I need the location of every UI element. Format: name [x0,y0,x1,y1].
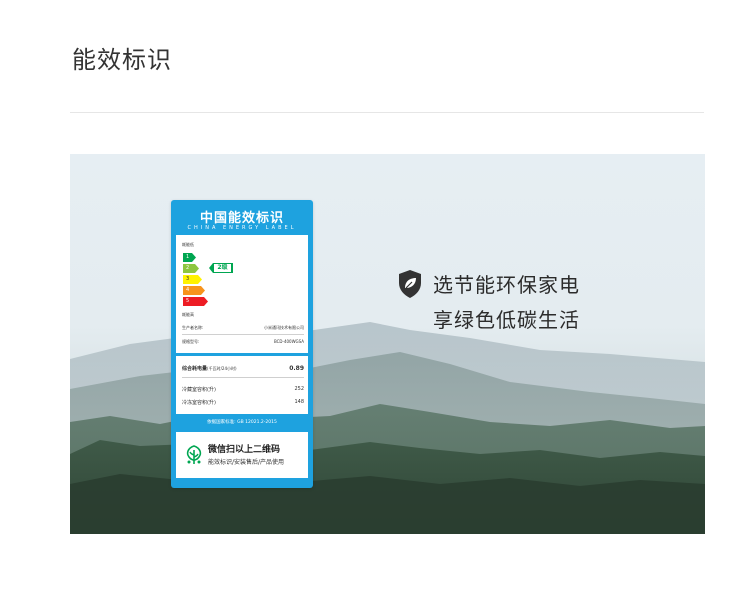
label-subtitle: CHINA ENERGY LABEL [187,225,297,231]
spec-panel: 综合耗电量(千瓦时/24小时) 0.89 冷藏室容积(升) 252 冷冻室容积(… [176,356,308,414]
qr-main-text: 微信扫以上二维码 [208,445,281,455]
energy-banner: 中国能效标识 CHINA ENERGY LABEL 耗能低 1 2 3 4 5 … [70,154,705,534]
slogan-line-2: 享绿色低碳生活 [433,308,580,332]
energy-label-card: 中国能效标识 CHINA ENERGY LABEL 耗能低 1 2 3 4 5 … [171,200,313,488]
standard-text: 依据国家标准: GB 12021.2-2015 [207,420,277,425]
grade-bar-5: 5 [183,297,208,306]
current-grade: 2级 [214,264,231,272]
consumption-label: 综合耗电量 [182,366,208,372]
mountain-landscape [70,322,705,534]
manufacturer-row: 生产者名称: 小米通讯技术有限公司 [182,325,304,331]
leaf-logo-icon [186,445,202,464]
slogan-line-1: 选节能环保家电 [433,273,580,297]
consumption-row: 综合耗电量(千瓦时/24小时) 0.89 [182,365,304,372]
grade-bar-3: 3 [183,275,202,284]
grade-bar-4: 4 [183,286,205,295]
grade-panel: 耗能低 1 2 3 4 5 耗能高 2级 生产者名称: 小米通讯技术有限公司 规… [176,235,308,353]
shield-leaf-icon [399,270,421,298]
label-title: 中国能效标识 [199,211,284,226]
info-divider [182,334,304,335]
grade-bar-2: 2 [183,264,199,273]
consumption-value: 0.89 [289,365,304,372]
manufacturer-value: 小米通讯技术有限公司 [264,325,304,330]
grade-bar-1: 1 [183,253,196,262]
qr-sub-text: 能效标识/安装售后/产品使用 [208,459,285,466]
manufacturer-label: 生产者名称: [182,325,204,330]
model-label: 规格型号: [182,339,200,344]
grade-scale-bottom: 耗能高 [182,312,194,317]
freezer-label: 冷冻室容积(升) [182,400,216,406]
consumption-note: (千瓦时/24小时) [207,366,237,371]
freezer-value: 148 [294,399,304,405]
fridge-label: 冷藏室容积(升) [182,387,216,393]
spec-divider [182,377,304,378]
model-row: 规格型号: BCD-400WGSA [182,339,304,345]
fridge-value: 252 [294,386,304,392]
fridge-row: 冷藏室容积(升) 252 [182,386,304,393]
model-value: BCD-400WGSA [273,339,304,344]
freezer-row: 冷冻室容积(升) 148 [182,399,304,406]
qr-panel: 微信扫以上二维码 能效标识/安装售后/产品使用 [176,432,308,478]
page-title: 能效标识 [72,46,172,74]
grade-scale-top: 耗能低 [182,242,194,247]
title-divider [70,112,704,113]
